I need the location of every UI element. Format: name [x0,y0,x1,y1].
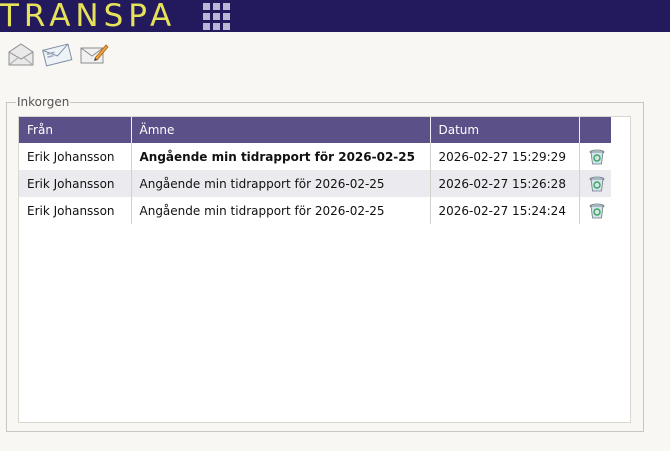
app-logo[interactable]: TRANSPA [0,0,176,34]
message-actions [579,197,611,224]
column-actions [579,117,611,143]
table-row[interactable]: Erik Johansson Angående min tidrapport f… [19,143,611,170]
envelopes-icon [42,43,73,67]
inbox-button[interactable] [7,40,37,70]
table-header-row: Från Ämne Datum [19,117,611,143]
column-from[interactable]: Från [19,117,132,143]
column-date[interactable]: Datum [430,117,580,143]
message-subject[interactable]: Angående min tidrapport för 2026-02-25 [131,170,431,197]
inbox-panel: Från Ämne Datum Erik Johansson Angående … [18,116,631,423]
message-date[interactable]: 2026-02-27 15:24:24 [430,197,580,224]
column-subject[interactable]: Ämne [131,117,431,143]
message-subject[interactable]: Angående min tidrapport för 2026-02-25 [131,143,431,170]
sent-button[interactable] [41,40,73,70]
envelope-pencil-icon [80,44,109,64]
message-from[interactable]: Erik Johansson [19,143,132,170]
message-date[interactable]: 2026-02-27 15:26:28 [430,170,580,197]
table-row[interactable]: Erik Johansson Angående min tidrapport f… [19,197,611,224]
envelope-open-icon [8,43,34,66]
message-actions [579,170,611,197]
message-table: Från Ämne Datum Erik Johansson Angående … [19,117,611,224]
message-date[interactable]: 2026-02-27 15:29:29 [430,143,580,170]
message-subject[interactable]: Angående min tidrapport för 2026-02-25 [131,197,431,224]
grid-icon[interactable] [203,3,230,30]
compose-button[interactable] [79,40,109,70]
trash-icon[interactable] [588,175,606,193]
inbox-legend: Inkorgen [16,95,71,109]
message-actions [579,143,611,170]
app-header: TRANSPA [0,0,670,34]
table-row[interactable]: Erik Johansson Angående min tidrapport f… [19,170,611,197]
message-from[interactable]: Erik Johansson [19,170,132,197]
message-from[interactable]: Erik Johansson [19,197,132,224]
trash-icon[interactable] [588,202,606,220]
trash-icon[interactable] [588,148,606,166]
